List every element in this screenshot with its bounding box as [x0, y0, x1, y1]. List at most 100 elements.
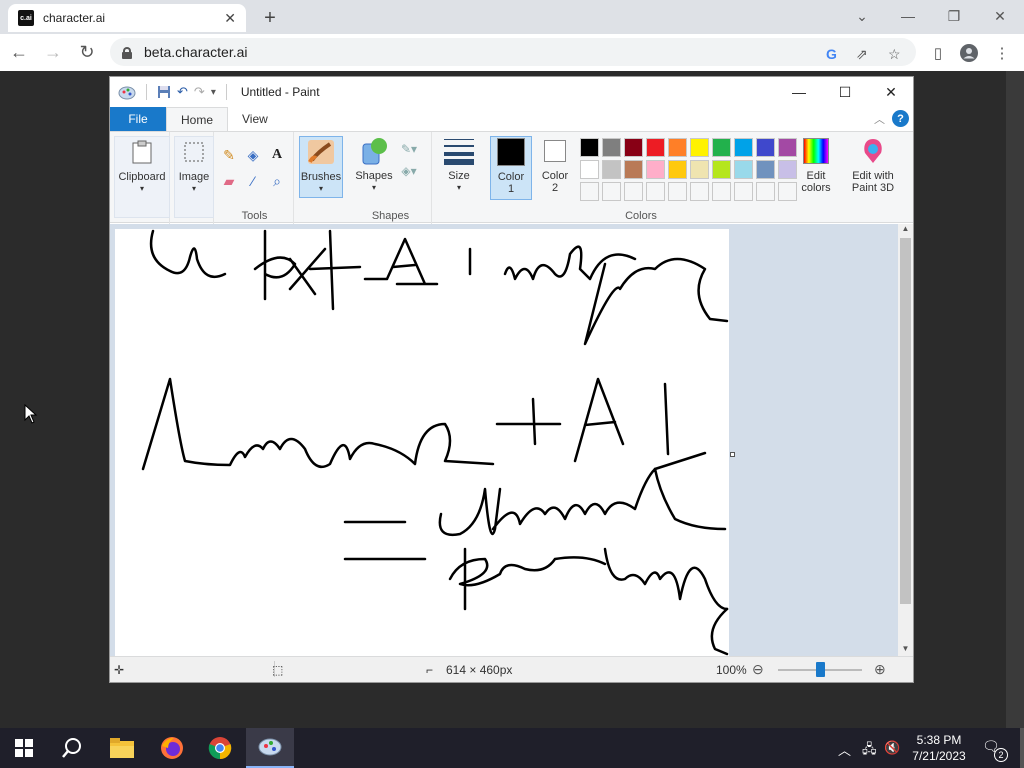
palette-swatch[interactable] — [778, 182, 797, 201]
search-button[interactable] — [48, 728, 96, 768]
palette-swatch[interactable] — [734, 182, 753, 201]
clock-date: 7/21/2023 — [912, 749, 966, 763]
color2-button[interactable]: Color 2 — [536, 136, 574, 200]
tab-search-icon[interactable]: ⌄ — [842, 4, 882, 28]
minimize-button[interactable]: — — [888, 4, 928, 28]
edit-colors-button[interactable]: Edit colors — [796, 136, 836, 194]
color1-button[interactable]: Color 1 — [490, 136, 532, 200]
palette-swatch[interactable] — [734, 138, 753, 157]
tab-home[interactable]: Home — [166, 107, 229, 131]
eraser-icon[interactable]: ▰ — [220, 172, 238, 190]
palette-swatch[interactable] — [624, 138, 643, 157]
palette-swatch[interactable] — [624, 160, 643, 179]
menu-icon[interactable]: ⋮ — [990, 42, 1014, 64]
size-icon — [444, 136, 474, 166]
palette-swatch[interactable] — [712, 160, 731, 179]
zoom-out-icon[interactable]: ⊖ — [752, 661, 764, 678]
profile-icon[interactable] — [957, 42, 981, 64]
scroll-down-icon[interactable]: ▼ — [898, 644, 913, 656]
show-desktop-button[interactable] — [1020, 728, 1024, 768]
palette-swatch[interactable] — [756, 138, 775, 157]
palette-swatch[interactable] — [646, 182, 665, 201]
help-icon[interactable]: ? — [892, 110, 909, 127]
redo-icon[interactable]: ↷ — [194, 84, 205, 100]
pencil-icon[interactable]: ✎ — [220, 146, 238, 164]
volume-muted-icon[interactable]: 🔇 — [884, 740, 900, 756]
undo-icon[interactable]: ↶ — [177, 84, 188, 100]
palette-swatch[interactable] — [580, 138, 599, 157]
collapse-ribbon-icon[interactable]: ︿ — [874, 111, 885, 127]
palette-swatch[interactable] — [668, 160, 687, 179]
paint-close-button[interactable]: ✕ — [868, 81, 914, 103]
vertical-scrollbar[interactable]: ▲ ▼ — [898, 224, 913, 656]
edit-paint3d-button[interactable]: Edit with Paint 3D — [840, 136, 906, 194]
fill-icon[interactable]: ◈ — [244, 146, 262, 164]
palette-swatch[interactable] — [580, 182, 599, 201]
palette-swatch[interactable] — [602, 182, 621, 201]
scroll-thumb[interactable] — [900, 238, 911, 604]
shape-fill-icon[interactable]: ◈▾ — [400, 162, 418, 180]
clipboard-button[interactable]: Clipboard ▾ — [114, 136, 170, 218]
close-window-button[interactable]: ✕ — [980, 4, 1020, 28]
paint-taskbar-button[interactable] — [246, 728, 294, 768]
outline-icon[interactable]: ✎▾ — [400, 140, 418, 158]
new-tab-button[interactable]: + — [258, 6, 282, 30]
palette-swatch[interactable] — [624, 182, 643, 201]
start-button[interactable] — [0, 728, 48, 768]
bookmark-star-icon[interactable]: ☆ — [888, 46, 901, 63]
zoom-slider-thumb[interactable] — [816, 662, 825, 677]
canvas-resize-handle[interactable] — [730, 452, 735, 457]
shapes-button[interactable]: Shapes ▾ — [354, 136, 394, 194]
back-button[interactable]: ← — [4, 38, 34, 68]
palette-swatch[interactable] — [778, 160, 797, 179]
save-icon[interactable] — [157, 85, 171, 99]
palette-swatch[interactable] — [668, 182, 687, 201]
paint-maximize-button[interactable]: ☐ — [822, 81, 868, 103]
network-icon[interactable]: 🖧 — [862, 740, 877, 762]
palette-swatch[interactable] — [690, 138, 709, 157]
tab-file[interactable]: File — [110, 107, 166, 131]
zoom-in-icon[interactable]: ⊕ — [874, 661, 886, 678]
customize-qa-icon[interactable]: ▾ — [211, 87, 216, 98]
palette-swatch[interactable] — [712, 138, 731, 157]
palette-swatch[interactable] — [690, 182, 709, 201]
share-icon[interactable]: ⇗ — [856, 46, 868, 63]
palette-swatch[interactable] — [712, 182, 731, 201]
palette-swatch[interactable] — [646, 138, 665, 157]
side-panel-icon[interactable]: ▯ — [926, 42, 950, 64]
palette-swatch[interactable] — [668, 138, 687, 157]
palette-swatch[interactable] — [734, 160, 753, 179]
drawing-canvas[interactable] — [115, 229, 729, 656]
tray-overflow-icon[interactable]: ︿ — [838, 740, 851, 759]
magnifier-icon[interactable]: ⌕ — [268, 172, 286, 190]
palette-swatch[interactable] — [646, 160, 665, 179]
taskbar-clock[interactable]: 5:38 PM 7/21/2023 — [906, 732, 972, 764]
palette-swatch[interactable] — [580, 160, 599, 179]
tab-view[interactable]: View — [228, 107, 282, 131]
forward-button[interactable]: → — [38, 38, 68, 68]
color-picker-icon[interactable]: ⁄ — [244, 172, 262, 190]
chrome-button[interactable] — [196, 728, 244, 768]
page-scrollbar[interactable] — [1006, 71, 1024, 728]
address-bar[interactable]: beta.character.ai G ⇗ ☆ — [110, 38, 916, 66]
palette-swatch[interactable] — [778, 138, 797, 157]
text-icon[interactable]: A — [268, 146, 286, 164]
file-explorer-button[interactable] — [98, 728, 146, 768]
size-button[interactable]: Size ▾ — [440, 136, 478, 194]
palette-swatch[interactable] — [602, 138, 621, 157]
brushes-button[interactable]: Brushes ▾ — [299, 136, 343, 198]
image-button[interactable]: Image ▾ — [174, 136, 214, 218]
palette-swatch[interactable] — [756, 182, 775, 201]
browser-tab[interactable]: c.ai character.ai ✕ — [8, 4, 246, 32]
scroll-up-icon[interactable]: ▲ — [898, 224, 913, 236]
paint-minimize-button[interactable]: — — [776, 81, 822, 103]
palette-swatch[interactable] — [756, 160, 775, 179]
restore-button[interactable]: ❐ — [934, 4, 974, 28]
google-icon[interactable]: G — [826, 46, 837, 62]
close-tab-icon[interactable]: ✕ — [224, 10, 236, 27]
palette-swatch[interactable] — [690, 160, 709, 179]
status-bar: ✛ ⬚ ⌐ 614 × 460px 100% ⊖ ⊕ — [110, 656, 913, 682]
firefox-button[interactable] — [148, 728, 196, 768]
palette-swatch[interactable] — [602, 160, 621, 179]
reload-button[interactable]: ↻ — [72, 38, 102, 68]
